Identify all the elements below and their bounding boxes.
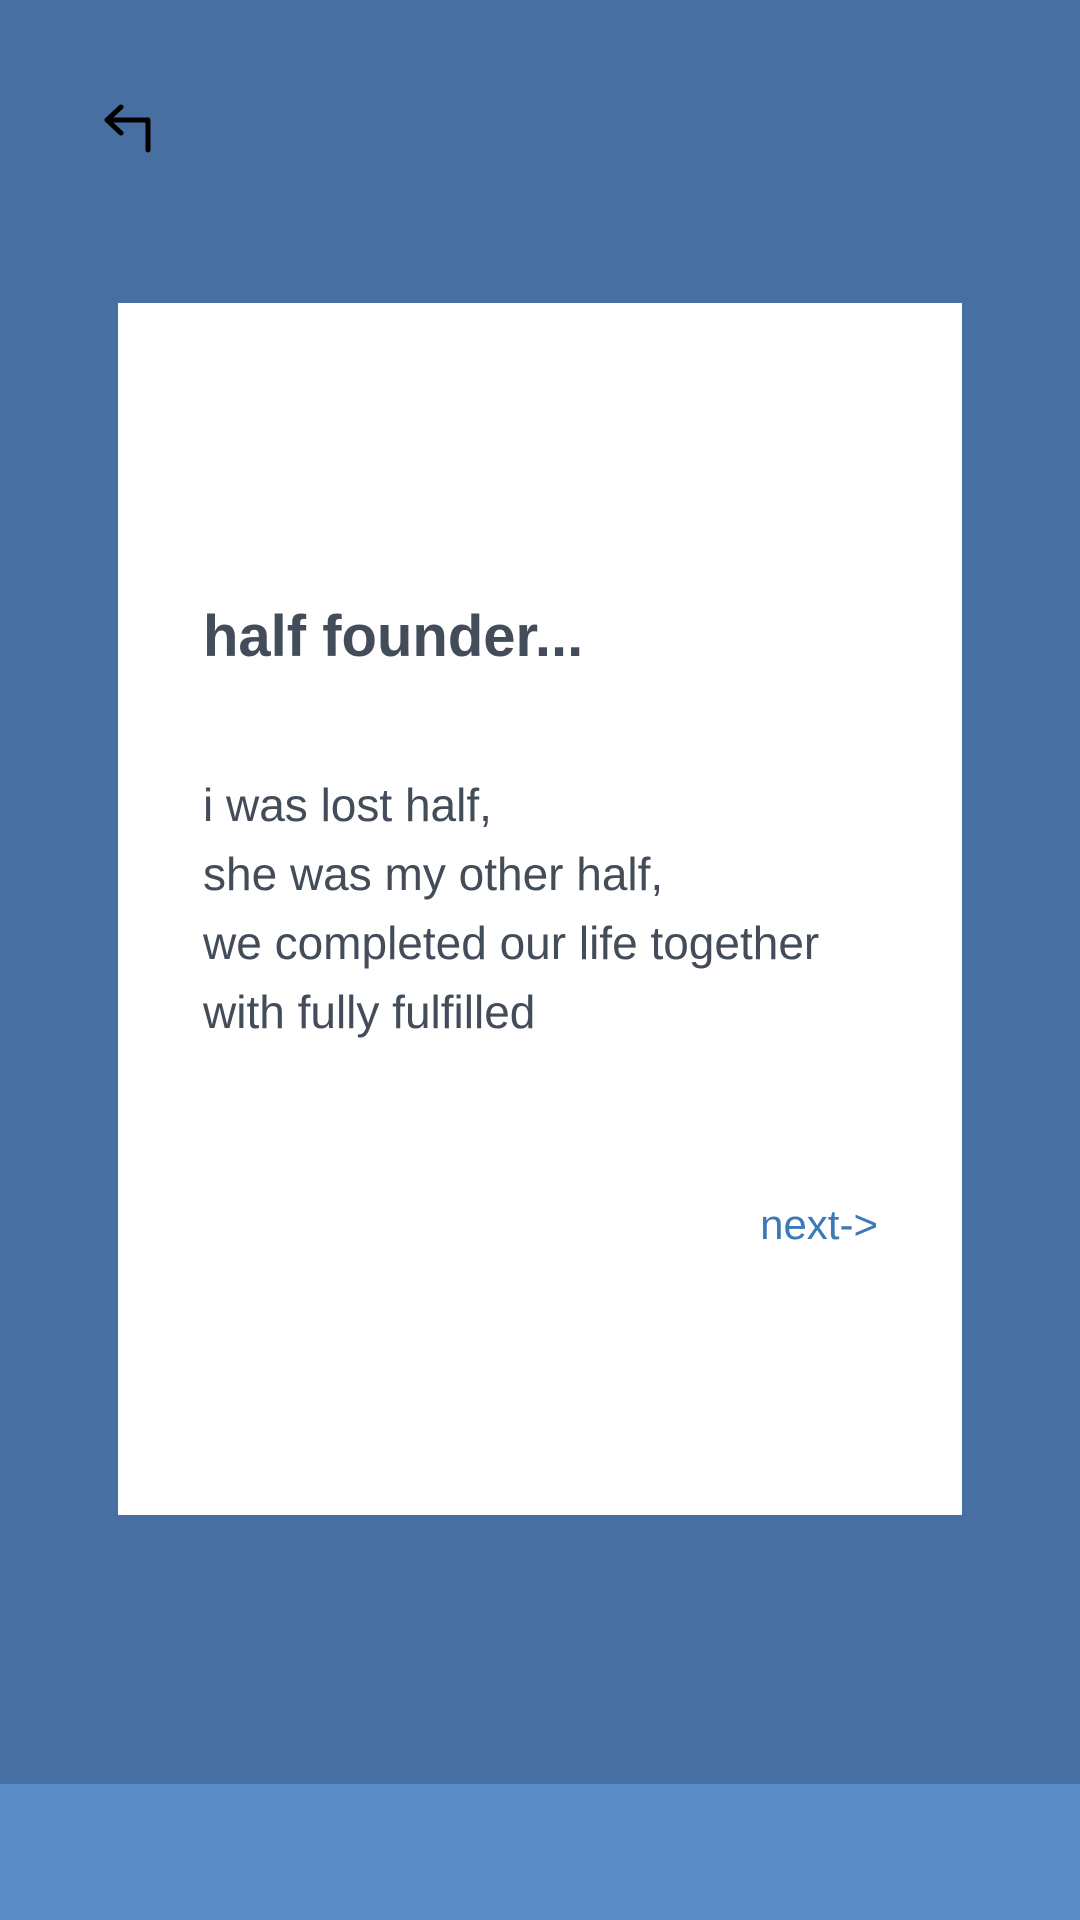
card-body: i was lost half, she was my other half, …: [203, 771, 878, 1047]
body-line: with fully fulfilled: [203, 986, 536, 1038]
quote-card: half founder... i was lost half, she was…: [118, 303, 962, 1515]
bottom-bar: [0, 1784, 1080, 1920]
body-line: we completed our life together: [203, 917, 820, 969]
body-line: i was lost half,: [203, 779, 492, 831]
back-button[interactable]: [96, 96, 160, 160]
back-arrow-icon: [96, 96, 160, 165]
card-title: half founder...: [203, 604, 584, 669]
body-line: she was my other half,: [203, 848, 664, 900]
next-link[interactable]: next->: [760, 1200, 878, 1250]
